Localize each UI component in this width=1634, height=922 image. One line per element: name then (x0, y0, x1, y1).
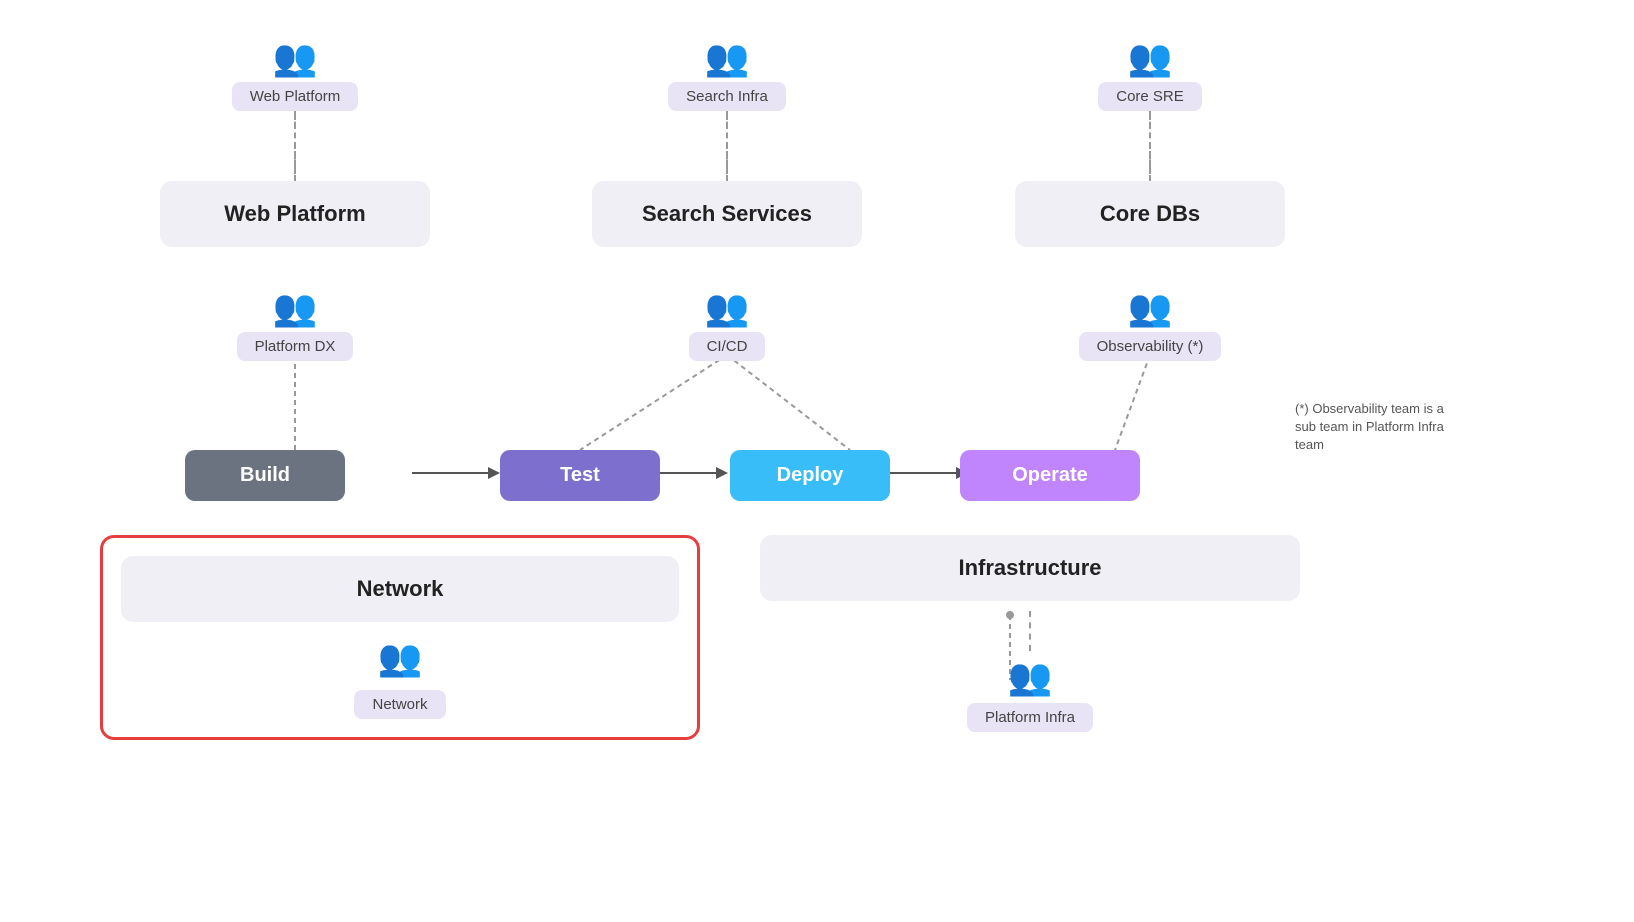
infrastructure-column: Infrastructure 👥 Platform Infra (760, 535, 1300, 732)
operate-label: Operate (960, 450, 1140, 501)
search-infra-team-icon: 👥 (705, 40, 750, 76)
network-team-icon: 👥 (378, 640, 423, 676)
platform-dx-team-badge: Platform DX (237, 332, 354, 361)
deploy-stage: Deploy (730, 450, 890, 501)
web-platform-team-badge: Web Platform (232, 82, 359, 111)
platform-dx-column: 👥 Platform DX (160, 290, 430, 361)
platform-infra-team-icon: 👥 (760, 659, 1300, 695)
core-sre-team-badge: Core SRE (1098, 82, 1202, 111)
build-label: Build (185, 450, 345, 501)
cicd-column: 👥 CI/CD (592, 290, 862, 361)
infrastructure-service-box: Infrastructure (760, 535, 1300, 601)
web-platform-service-box: Web Platform (160, 181, 430, 247)
web-platform-team-icon: 👥 (273, 40, 318, 76)
search-infra-team-badge: Search Infra (668, 82, 786, 111)
observability-team-badge: Observability (*) (1079, 332, 1222, 361)
search-services-column: 👥 Search Infra Search Services (592, 40, 862, 247)
observability-note: (*) Observability team is a sub team in … (1295, 400, 1455, 455)
web-platform-column: 👥 Web Platform Web Platform (160, 40, 430, 247)
observability-team-icon: 👥 (1128, 290, 1173, 326)
network-service-box: Network (121, 556, 679, 622)
deploy-label: Deploy (730, 450, 890, 501)
cicd-team-icon: 👥 (705, 290, 750, 326)
operate-stage: Operate (960, 450, 1140, 501)
search-services-service-box: Search Services (592, 181, 862, 247)
core-sre-team-icon: 👥 (1128, 40, 1173, 76)
observability-column: 👥 Observability (*) (1015, 290, 1285, 361)
test-label: Test (500, 450, 660, 501)
core-dbs-service-box: Core DBs (1015, 181, 1285, 247)
cicd-team-badge: CI/CD (689, 332, 766, 361)
core-dbs-column: 👥 Core SRE Core DBs (1015, 40, 1285, 247)
network-highlight-box: Network 👥 Network (100, 535, 700, 740)
build-stage: Build (185, 450, 345, 501)
platform-dx-team-icon: 👥 (273, 290, 318, 326)
test-stage: Test (500, 450, 660, 501)
platform-infra-team-badge: Platform Infra (967, 703, 1093, 732)
diagram-container: 👥 Web Platform Web Platform 👥 Search Inf… (0, 0, 1634, 922)
network-team-badge: Network (354, 690, 445, 719)
